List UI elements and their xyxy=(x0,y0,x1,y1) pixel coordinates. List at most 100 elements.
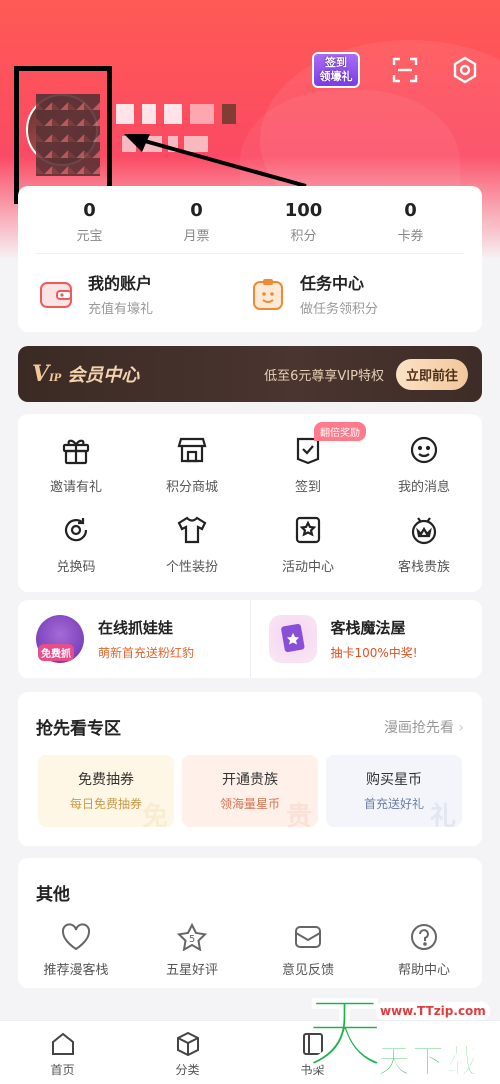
tile-bg-char: 贵 xyxy=(285,802,312,827)
message-icon xyxy=(408,434,440,466)
claw-machine-promo[interactable]: 免费抓 在线抓娃娃 萌新首充送粉红豹 xyxy=(18,600,250,678)
grid-label: 邀请有礼 xyxy=(49,480,102,495)
watermark-url: www.TTzip.com xyxy=(376,1002,490,1020)
settings-icon[interactable] xyxy=(450,55,480,85)
watermark-text: 天下载 xyxy=(377,1042,481,1081)
my-account-button[interactable]: 我的账户 充值有壕礼 xyxy=(38,270,250,317)
other-label: 推荐漫客栈 xyxy=(43,963,109,978)
stat-value: 100 xyxy=(284,200,323,221)
grid-label: 活动中心 xyxy=(281,560,334,575)
stat-yuepiao[interactable]: 0 月票 xyxy=(143,200,250,253)
grid-label: 个性装扮 xyxy=(165,560,218,575)
username-blurred xyxy=(116,104,236,124)
tab-label: 分类 xyxy=(175,1063,200,1077)
grid-label: 客栈贵族 xyxy=(397,560,450,575)
grid-item-redeem[interactable]: 兑换码 xyxy=(18,514,134,594)
highlight-box xyxy=(14,66,112,204)
five-star-review-button[interactable]: 5 五星好评 xyxy=(134,923,250,978)
free-grab-tag: 免费抓 xyxy=(38,644,74,661)
stat-value: 0 xyxy=(404,200,417,221)
grid-label: 兑换码 xyxy=(56,560,96,575)
activity-icon xyxy=(292,514,324,546)
magic-house-promo[interactable]: 客栈魔法屋 抽卡100%中奖! xyxy=(249,600,483,678)
grid-item-activity[interactable]: 活动中心 xyxy=(250,514,366,594)
stat-coupons[interactable]: 0 卡券 xyxy=(357,200,464,253)
quick-sub: 充值有壕礼 xyxy=(88,302,154,317)
tile-title: 购买星币 xyxy=(366,772,422,788)
comic-preview-link[interactable]: 漫画抢先看 › xyxy=(384,717,464,737)
grid-item-store[interactable]: 积分商城 xyxy=(134,434,250,514)
crown-icon xyxy=(408,514,440,546)
quick-title: 我的账户 xyxy=(88,274,153,293)
feature-grid-card: 邀请有礼 积分商城 翻倍奖励 签到 我的消息 兑换码 个性装扮 活动中心 客栈贵… xyxy=(18,414,482,592)
other-label: 意见反馈 xyxy=(281,963,334,978)
section-title: 抢先看专区 xyxy=(36,719,121,739)
category-icon xyxy=(176,1031,199,1057)
redeem-icon xyxy=(60,514,92,546)
help-center-button[interactable]: 帮助中心 xyxy=(366,923,482,978)
tshirt-icon xyxy=(176,514,208,546)
stat-value: 0 xyxy=(190,200,203,221)
vip-title: 会员中心 xyxy=(67,365,140,386)
other-card: 其他 推荐漫客栈 5 五星好评 意见反馈 帮助中心 xyxy=(18,858,482,988)
promo-title: 在线抓娃娃 xyxy=(98,619,174,637)
grid-label: 积分商城 xyxy=(165,480,218,495)
recommend-app-button[interactable]: 推荐漫客栈 xyxy=(18,923,134,978)
tab-category[interactable]: 分类 xyxy=(125,1021,250,1084)
grid-item-noble[interactable]: 客栈贵族 xyxy=(366,514,482,594)
vip-desc: 低至6元尊享VIP特权 xyxy=(264,368,384,384)
stat-label: 卡券 xyxy=(397,229,424,244)
task-center-button[interactable]: 任务中心 做任务领积分 xyxy=(250,270,462,317)
other-label: 帮助中心 xyxy=(397,963,450,978)
feedback-button[interactable]: 意见反馈 xyxy=(250,923,366,978)
double-reward-badge: 翻倍奖励 xyxy=(314,422,366,441)
store-icon xyxy=(176,434,208,466)
stat-label: 积分 xyxy=(290,229,317,244)
tile-title: 开通贵族 xyxy=(222,772,278,788)
wallet-icon xyxy=(38,276,74,312)
signin-badge-line1: 签到 xyxy=(325,56,347,69)
tab-home[interactable]: 首页 xyxy=(0,1021,125,1084)
section-title: 其他 xyxy=(36,885,70,905)
grid-item-checkin[interactable]: 翻倍奖励 签到 xyxy=(250,422,366,514)
vip-go-button[interactable]: 立即前往 xyxy=(395,358,468,390)
quick-sub: 做任务领积分 xyxy=(300,302,379,317)
grid-item-invite[interactable]: 邀请有礼 xyxy=(18,434,134,514)
tile-free-coupon[interactable]: 免费抽券 每日免费抽券 免 xyxy=(38,755,174,827)
stat-yuanbao[interactable]: 0 元宝 xyxy=(36,200,143,253)
promo-sub: 抽卡100%中奖! xyxy=(330,646,418,660)
promo-title: 客栈魔法屋 xyxy=(330,619,406,637)
grid-item-dressup[interactable]: 个性装扮 xyxy=(134,514,250,594)
stats-card: 0 元宝 0 月票 100 积分 0 卡券 我的账户 充值有壕礼 任务中心 做任… xyxy=(18,186,482,332)
signin-gift-button[interactable]: 签到 领壕礼 xyxy=(312,52,360,88)
star-icon: 5 xyxy=(177,923,207,951)
promo-card: 免费抓 在线抓娃娃 萌新首充送粉红豹 客栈魔法屋 抽卡100%中奖! xyxy=(18,600,482,678)
tile-bg-char: 礼 xyxy=(429,802,456,827)
magic-card-icon xyxy=(268,615,317,663)
tile-title: 免费抽券 xyxy=(78,772,134,788)
other-label: 五星好评 xyxy=(165,963,218,978)
stat-label: 月票 xyxy=(183,229,210,244)
grid-item-messages[interactable]: 我的消息 xyxy=(366,434,482,514)
vip-banner[interactable]: VIP 会员中心 低至6元尊享VIP特权 立即前往 xyxy=(18,346,482,402)
promo-sub: 萌新首充送粉红豹 xyxy=(98,646,195,660)
help-icon xyxy=(411,924,437,950)
grid-label: 签到 xyxy=(294,480,321,495)
stat-points[interactable]: 100 积分 xyxy=(250,200,357,253)
tile-bg-char: 免 xyxy=(141,802,168,827)
stat-value: 0 xyxy=(83,200,96,221)
signin-badge-line2: 领壕礼 xyxy=(319,70,353,83)
svg-text:5: 5 xyxy=(189,934,195,945)
task-icon xyxy=(250,276,286,312)
watermark-logo: 天 xyxy=(305,989,385,1079)
feedback-icon xyxy=(295,926,321,948)
tile-open-noble[interactable]: 开通贵族 领海量星币 贵 xyxy=(182,755,318,827)
tile-buy-coins[interactable]: 购买星币 首充送好礼 礼 xyxy=(326,755,462,827)
scan-icon[interactable] xyxy=(390,55,420,85)
home-icon xyxy=(51,1032,74,1055)
grid-label: 我的消息 xyxy=(397,480,450,495)
site-watermark: 天 www.TTzip.com 天下载 xyxy=(305,989,500,1084)
vip-logo: VIP xyxy=(32,361,62,387)
stat-label: 元宝 xyxy=(76,229,103,244)
top-icons: 签到 领壕礼 xyxy=(312,52,480,88)
